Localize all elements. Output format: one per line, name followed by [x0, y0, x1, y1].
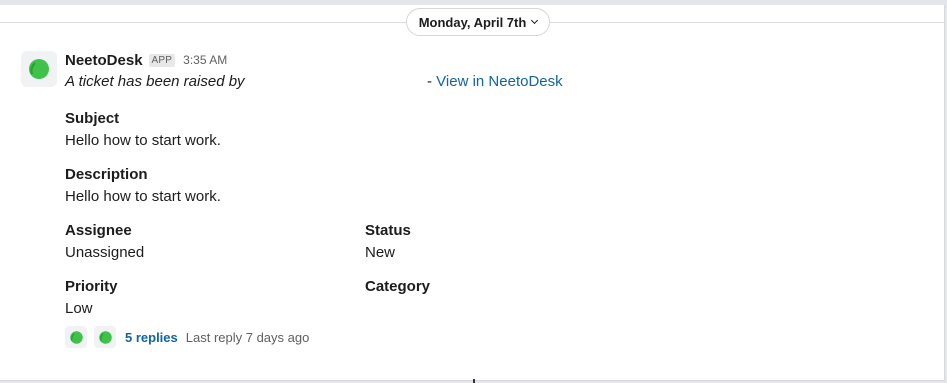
- assignee-label: Assignee: [65, 222, 132, 239]
- priority-label: Priority: [65, 278, 118, 295]
- view-link-wrapper: - View in NeetoDesk: [427, 73, 563, 90]
- app-badge: APP: [148, 53, 176, 67]
- reply-avatar: [65, 326, 87, 348]
- status-field: Status New: [365, 221, 411, 263]
- thread-summary[interactable]: 5 replies Last reply 7 days ago: [65, 325, 309, 349]
- ticket-raised-text: A ticket has been raised by: [65, 73, 245, 90]
- priority-value: Low: [65, 300, 93, 317]
- ticket-raised-line: A ticket has been raised by - View in Ne…: [65, 71, 924, 93]
- message-timestamp[interactable]: 3:35 AM: [183, 53, 227, 67]
- replies-link[interactable]: 5 replies: [125, 330, 178, 345]
- subject-field: Subject Hello how to start work.: [65, 109, 221, 151]
- last-reply-text: Last reply 7 days ago: [185, 329, 310, 345]
- description-label: Description: [65, 166, 148, 183]
- message-body: NeetoDesk APP 3:35 AM A ticket has been …: [65, 49, 924, 318]
- message-pane: Monday, April 7th NeetoDesk APP 3:35 AM …: [0, 5, 945, 381]
- sender-name[interactable]: NeetoDesk: [65, 52, 143, 69]
- category-field: Category: [365, 277, 430, 297]
- subject-label: Subject: [65, 110, 120, 127]
- priority-field: Priority Low: [65, 277, 118, 319]
- view-in-neetodesk-link[interactable]: View in NeetoDesk: [436, 73, 562, 90]
- neetodesk-logo-icon: [98, 330, 112, 344]
- assignee-field: Assignee Unassigned: [65, 221, 144, 263]
- neetodesk-logo-icon: [69, 330, 83, 344]
- subject-value: Hello how to start work.: [65, 132, 221, 149]
- assignee-value: Unassigned: [65, 244, 145, 261]
- date-divider-label: Monday, April 7th: [418, 14, 527, 30]
- description-field: Description Hello how to start work.: [65, 165, 221, 207]
- date-divider-button[interactable]: Monday, April 7th: [406, 8, 550, 36]
- status-label: Status: [365, 222, 411, 239]
- category-label: Category: [365, 278, 431, 295]
- status-value: New: [365, 244, 396, 261]
- reply-avatar: [94, 326, 116, 348]
- neetodesk-avatar[interactable]: [21, 51, 57, 87]
- view-link-prefix: -: [427, 73, 437, 90]
- mouse-cursor-mark: [473, 379, 475, 383]
- message-header: NeetoDesk APP 3:35 AM: [65, 49, 924, 71]
- neetodesk-logo-icon: [29, 59, 49, 79]
- chevron-down-icon: [531, 16, 539, 25]
- description-value: Hello how to start work.: [65, 188, 221, 205]
